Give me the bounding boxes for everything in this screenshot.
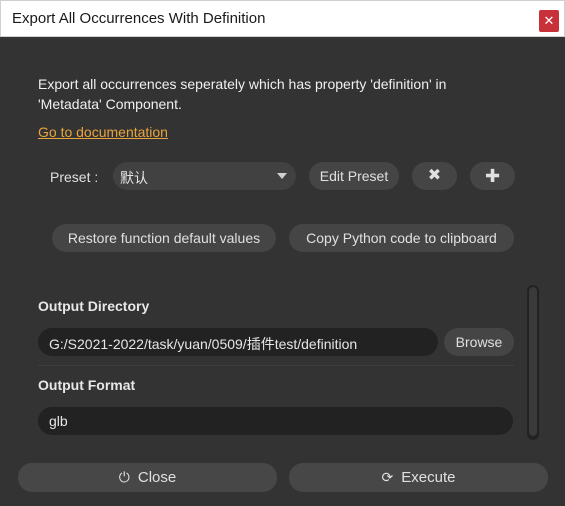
copy-python-button[interactable]: Copy Python code to clipboard xyxy=(289,224,514,252)
preset-dropdown[interactable]: 默认 xyxy=(113,162,296,190)
documentation-link[interactable]: Go to documentation xyxy=(38,124,168,140)
dialog-body: Export all occurrences seperately which … xyxy=(0,37,565,506)
description-text: Export all occurrences seperately which … xyxy=(38,76,447,112)
execute-button-label: Execute xyxy=(401,469,456,486)
execute-button[interactable]: ⟳ Execute xyxy=(289,463,548,492)
edit-preset-button[interactable]: Edit Preset xyxy=(309,162,399,190)
refresh-icon: ⟳ xyxy=(381,469,394,485)
output-format-field[interactable]: glb xyxy=(38,407,513,435)
restore-defaults-button[interactable]: Restore function default values xyxy=(52,224,276,252)
power-icon: ⏻ xyxy=(118,469,130,485)
plus-icon: ✚ xyxy=(484,166,501,186)
close-button[interactable]: ⏻ Close xyxy=(18,463,277,492)
output-directory-title: Output Directory xyxy=(38,298,150,314)
browse-button[interactable]: Browse xyxy=(444,328,514,356)
preset-label: Preset : xyxy=(50,169,99,185)
scrollbar[interactable] xyxy=(527,285,539,440)
window-title: Export All Occurrences With Definition xyxy=(12,10,266,27)
scrollbar-thumb[interactable] xyxy=(529,287,537,436)
chevron-down-icon xyxy=(277,173,287,179)
delete-preset-button[interactable]: ✖ xyxy=(412,162,457,190)
title-bar: Export All Occurrences With Definition ✕ xyxy=(0,0,565,37)
output-directory-field[interactable]: G:/S2021-2022/task/yuan/0509/插件test/defi… xyxy=(38,328,438,356)
output-format-title: Output Format xyxy=(38,377,136,393)
preset-selected-value: 默认 xyxy=(120,170,148,186)
close-button-label: Close xyxy=(137,469,177,486)
window-close-button[interactable]: ✕ xyxy=(539,10,559,32)
delete-icon: ✖ xyxy=(427,167,442,184)
add-preset-button[interactable]: ✚ xyxy=(470,162,515,190)
section-divider xyxy=(38,365,514,366)
